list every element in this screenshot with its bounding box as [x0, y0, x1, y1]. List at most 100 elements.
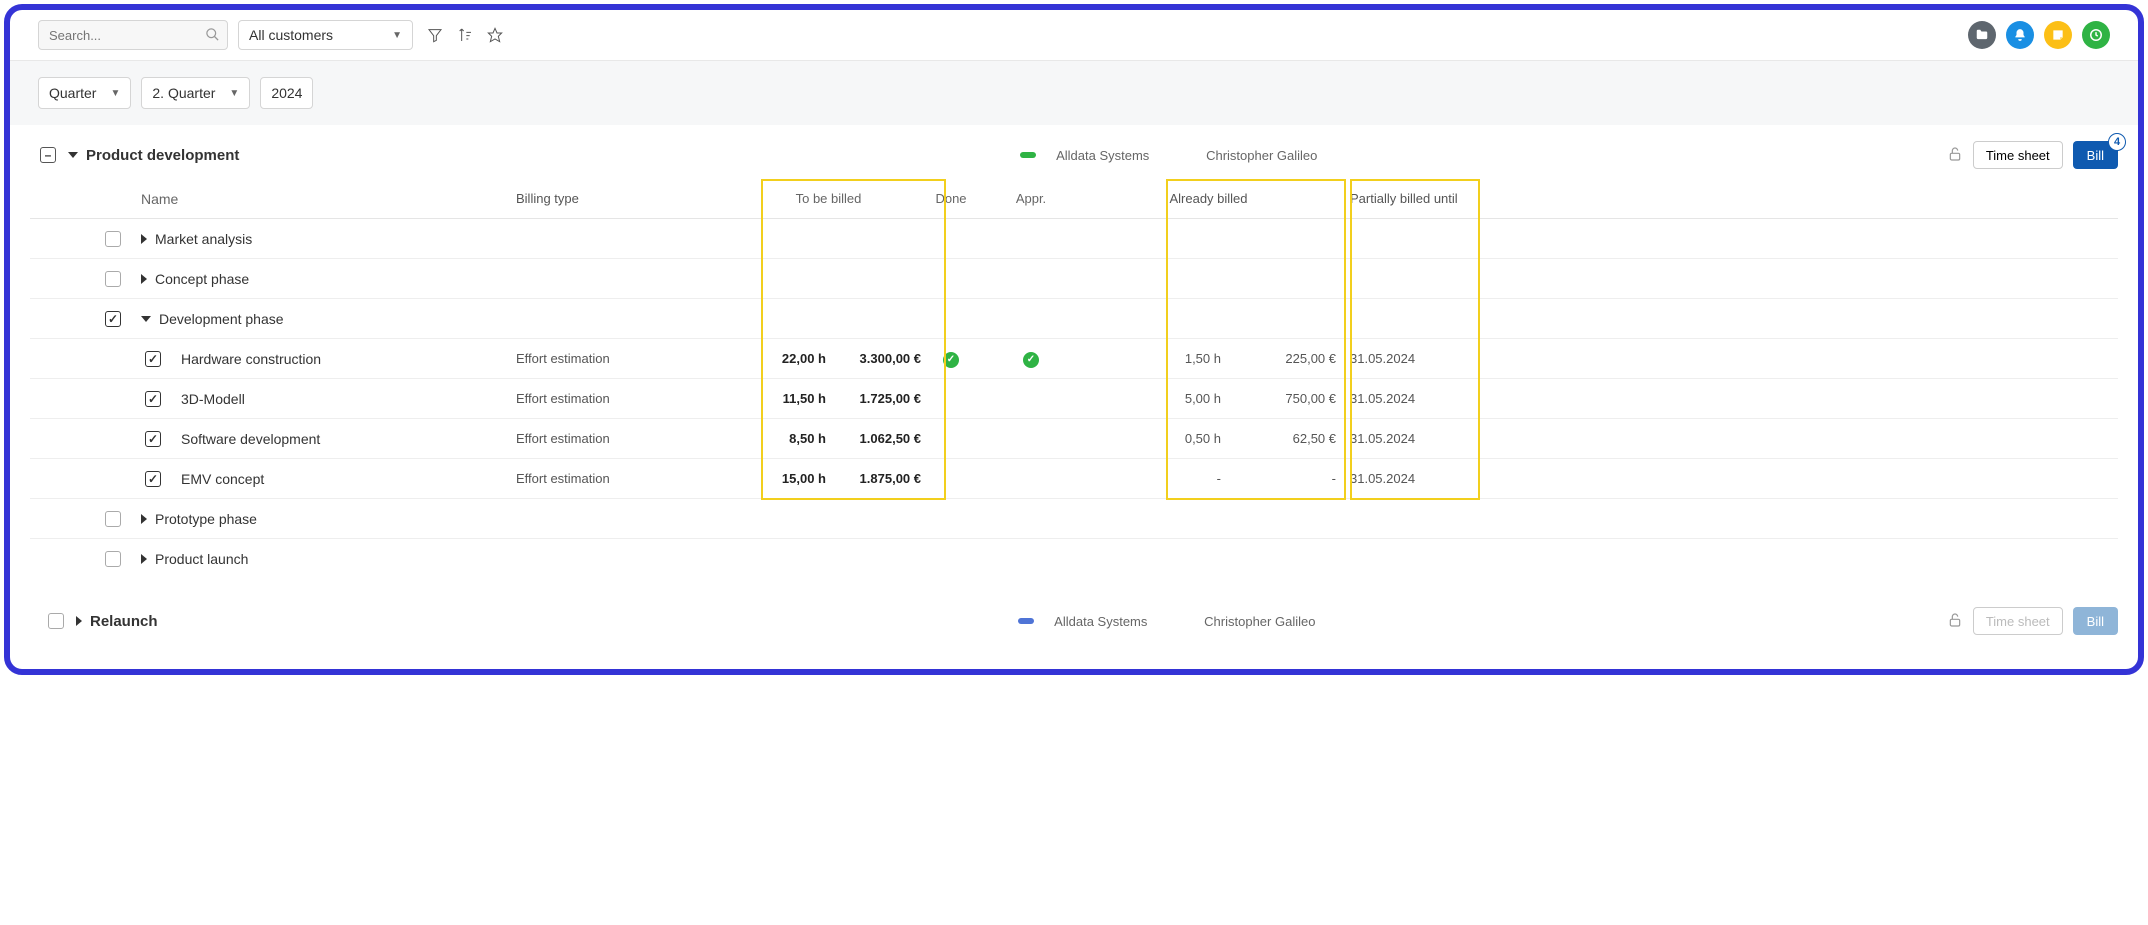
row-name: Software development [181, 431, 516, 447]
project-header: Relaunch Alldata Systems Christopher Gal… [30, 599, 2118, 645]
billing-table: Name Billing type To be billed Done Appr… [30, 179, 2118, 579]
row-tobill-hours: 11,50 h [736, 391, 826, 406]
expand-icon[interactable] [141, 274, 147, 284]
project-title: Product development [86, 147, 239, 164]
row-checkbox[interactable] [105, 311, 121, 327]
row-name: 3D-Modell [181, 391, 516, 407]
row-checkbox[interactable] [145, 471, 161, 487]
row-checkbox[interactable] [105, 271, 121, 287]
period-bar: Quarter ▼ 2. Quarter ▼ 2024 [10, 61, 2138, 125]
expand-icon[interactable] [141, 234, 147, 244]
topbar: All customers ▼ [10, 10, 2138, 61]
star-icon[interactable] [487, 27, 503, 43]
caret-down-icon: ▼ [392, 30, 402, 41]
period-type-select[interactable]: Quarter ▼ [38, 77, 131, 109]
row-checkbox[interactable] [105, 551, 121, 567]
bell-button[interactable] [2006, 21, 2034, 49]
col-billing-type: Billing type [516, 191, 736, 206]
year-label: 2024 [271, 85, 302, 101]
col-partially-until: Partially billed until [1336, 191, 1466, 206]
row-name: Market analysis [141, 231, 516, 247]
row-billed-hours: - [1081, 471, 1221, 486]
row-billing-type: Effort estimation [516, 431, 736, 446]
row-name: Product launch [141, 551, 516, 567]
expand-icon[interactable] [141, 316, 151, 322]
app-frame: All customers ▼ [4, 4, 2144, 675]
row-checkbox[interactable] [105, 231, 121, 247]
filter-icon[interactable] [427, 27, 443, 43]
row-billed-eur: 750,00 € [1221, 391, 1336, 406]
row-tobill-eur: 1.062,50 € [826, 431, 921, 446]
table-row: Prototype phase [30, 499, 2118, 539]
row-tobill-eur: 1.725,00 € [826, 391, 921, 406]
status-pill-icon [1020, 152, 1036, 158]
col-already-billed: Already billed [1081, 191, 1336, 206]
note-button[interactable] [2044, 21, 2072, 49]
row-billing-type: Effort estimation [516, 391, 736, 406]
bill-button[interactable]: Bill 4 [2073, 141, 2118, 169]
project-person: Christopher Galileo [1204, 614, 1504, 629]
collapse-toggle[interactable]: – [40, 147, 56, 163]
table-row: Concept phase [30, 259, 2118, 299]
project-actions: Time sheet Bill [1947, 607, 2118, 635]
row-tobill-eur: 1.875,00 € [826, 471, 921, 486]
clock-button[interactable] [2082, 21, 2110, 49]
content: – Product development Alldata Systems Ch… [10, 125, 2138, 669]
col-appr: Appr. [981, 191, 1081, 206]
lock-icon [1947, 146, 1963, 165]
row-checkbox[interactable] [145, 391, 161, 407]
row-until: 31.05.2024 [1336, 431, 1466, 446]
search-wrap [38, 20, 228, 50]
table-row: EMV concept Effort estimation 15,00 h 1.… [30, 459, 2118, 499]
expand-icon[interactable] [68, 152, 78, 158]
row-billing-type: Effort estimation [516, 351, 736, 366]
col-to-be-billed: To be billed [736, 191, 921, 206]
year-box[interactable]: 2024 [260, 77, 313, 109]
project-title: Relaunch [90, 613, 158, 630]
row-name: Hardware construction [181, 351, 516, 367]
timesheet-button[interactable]: Time sheet [1973, 607, 2063, 635]
expand-icon[interactable] [141, 514, 147, 524]
col-name: Name [141, 191, 516, 207]
search-input[interactable] [38, 20, 228, 50]
row-until: 31.05.2024 [1336, 471, 1466, 486]
table-row: Software development Effort estimation 8… [30, 419, 2118, 459]
lock-icon [1947, 612, 1963, 631]
expand-icon[interactable] [76, 616, 82, 626]
row-done: ✓ [921, 349, 981, 368]
folder-button[interactable] [1968, 21, 1996, 49]
project-header: – Product development Alldata Systems Ch… [30, 133, 2118, 179]
row-billed-eur: 225,00 € [1221, 351, 1336, 366]
row-checkbox[interactable] [145, 351, 161, 367]
row-checkbox[interactable] [145, 431, 161, 447]
row-checkbox[interactable] [105, 511, 121, 527]
row-billed-eur: 62,50 € [1221, 431, 1336, 446]
bill-button[interactable]: Bill [2073, 607, 2118, 635]
row-tobill-eur: 3.300,00 € [826, 351, 921, 366]
timesheet-button[interactable]: Time sheet [1973, 141, 2063, 169]
period-value-label: 2. Quarter [152, 85, 215, 101]
customer-select[interactable]: All customers ▼ [238, 20, 413, 50]
project-actions: Time sheet Bill 4 [1947, 141, 2118, 169]
project-person: Christopher Galileo [1206, 148, 1506, 163]
table-wrap: Name Billing type To be billed Done Appr… [30, 179, 2118, 579]
project-company: Alldata Systems [1056, 148, 1206, 163]
period-value-select[interactable]: 2. Quarter ▼ [141, 77, 250, 109]
table-header-row: Name Billing type To be billed Done Appr… [30, 179, 2118, 219]
sort-icon[interactable] [457, 27, 473, 43]
table-row: Development phase [30, 299, 2118, 339]
row-billed-hours: 1,50 h [1081, 351, 1221, 366]
table-row: Market analysis [30, 219, 2118, 259]
row-name: Development phase [141, 311, 516, 327]
check-icon: ✓ [1023, 352, 1039, 368]
row-name: EMV concept [181, 471, 516, 487]
row-billed-hours: 0,50 h [1081, 431, 1221, 446]
status-pill-icon [1018, 618, 1034, 624]
row-billing-type: Effort estimation [516, 471, 736, 486]
row-billed-eur: - [1221, 471, 1336, 486]
expand-icon[interactable] [141, 554, 147, 564]
row-checkbox[interactable] [48, 613, 64, 629]
row-name: Concept phase [141, 271, 516, 287]
check-icon: ✓ [943, 352, 959, 368]
customer-select-label: All customers [249, 27, 333, 43]
